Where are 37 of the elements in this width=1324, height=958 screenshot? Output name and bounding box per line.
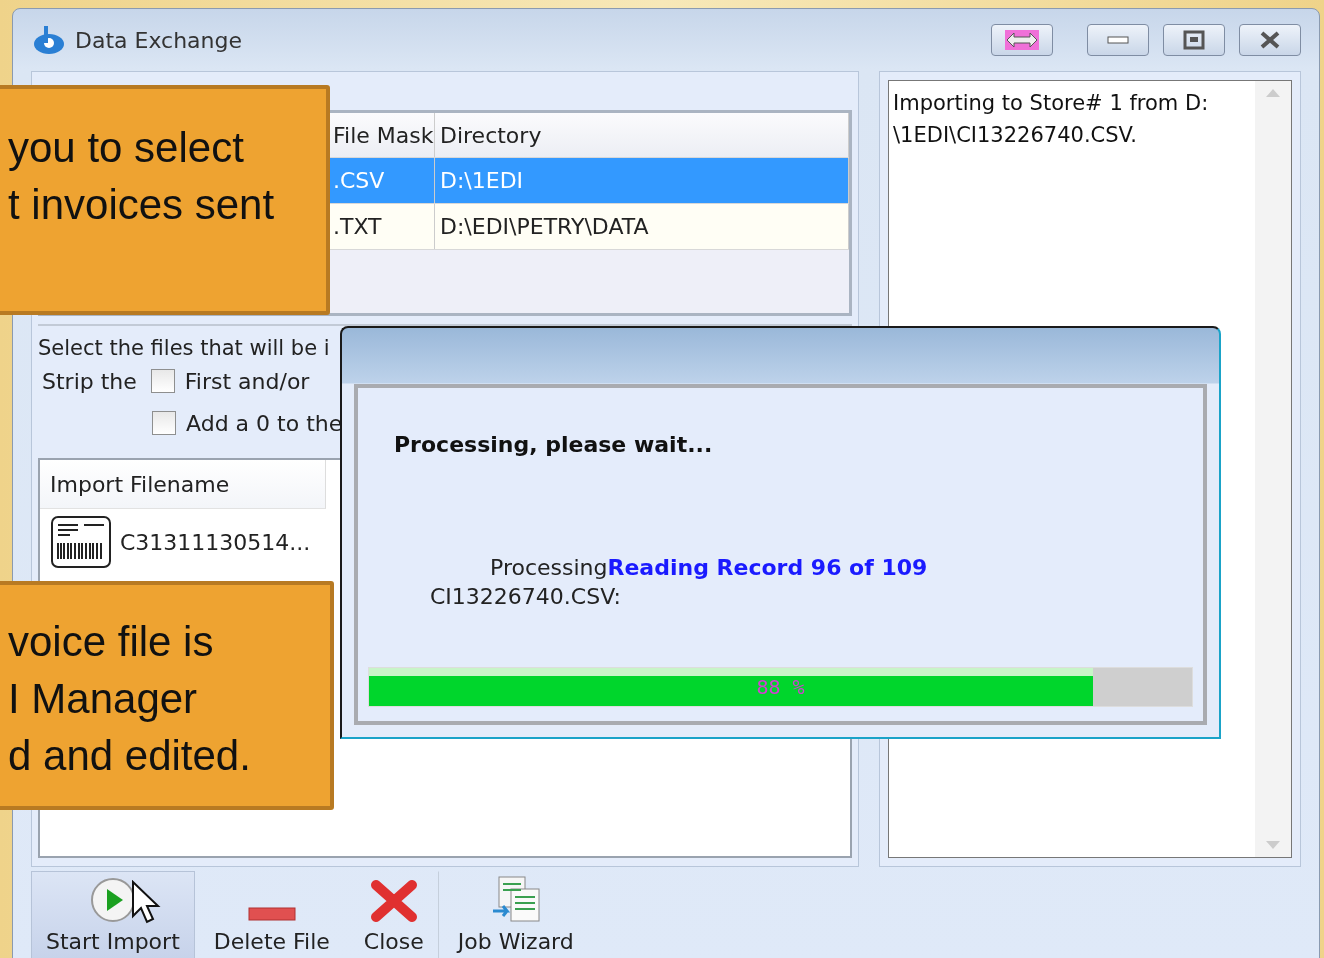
file-name[interactable]: C31311130514... bbox=[120, 529, 311, 555]
minus-icon bbox=[247, 905, 296, 923]
instruction-text: Select the files that will be i bbox=[38, 336, 331, 360]
job-wizard-button[interactable]: Job Wizard bbox=[442, 871, 589, 958]
start-import-button[interactable]: Start Import bbox=[31, 871, 195, 958]
app-logo-icon bbox=[33, 24, 65, 56]
table-cell[interactable]: D:\EDI\PETRY\DATA bbox=[435, 204, 849, 249]
column-header[interactable]: Directory bbox=[435, 113, 849, 157]
minimize-button[interactable] bbox=[1087, 24, 1149, 56]
documents-icon bbox=[490, 875, 541, 923]
minimize-icon bbox=[1107, 35, 1129, 45]
column-header[interactable]: Import Filename bbox=[40, 460, 326, 509]
first-checkbox[interactable]: First and/or bbox=[150, 368, 310, 394]
callout-text: I Manager bbox=[8, 674, 199, 724]
status-text: ProcessingReading Record 96 of 109 bbox=[490, 555, 929, 580]
maximize-button[interactable] bbox=[1163, 24, 1225, 56]
swap-button[interactable] bbox=[991, 24, 1053, 56]
window-title: Data Exchange bbox=[75, 27, 244, 53]
close-icon bbox=[369, 877, 418, 923]
close-button[interactable] bbox=[1239, 24, 1301, 56]
callout-text: t invoices sent bbox=[8, 180, 276, 230]
mouse-cursor-icon bbox=[131, 880, 161, 926]
log-text: Importing to Store# 1 from D: \1EDI\CI13226740.CSV. bbox=[892, 90, 1210, 149]
dialog-heading: Processing, please wait... bbox=[394, 432, 714, 457]
close-button[interactable]: Close bbox=[348, 871, 439, 958]
strip-label: Strip the bbox=[42, 368, 137, 394]
close-icon bbox=[1259, 30, 1281, 50]
add-zero-checkbox[interactable]: Add a 0 to the bbox=[152, 410, 343, 436]
maximize-icon bbox=[1183, 30, 1205, 50]
callout-text: voice file is bbox=[8, 617, 215, 667]
delete-file-button[interactable]: Delete File bbox=[198, 871, 345, 958]
file-label: CI13226740.CSV: bbox=[430, 584, 622, 609]
callout-text: you to select bbox=[8, 123, 245, 173]
barcode-icon bbox=[50, 515, 112, 569]
progress-reading: 88 % bbox=[756, 675, 805, 699]
callout-text: d and edited. bbox=[8, 731, 252, 781]
swap-arrows-icon bbox=[1005, 30, 1039, 50]
